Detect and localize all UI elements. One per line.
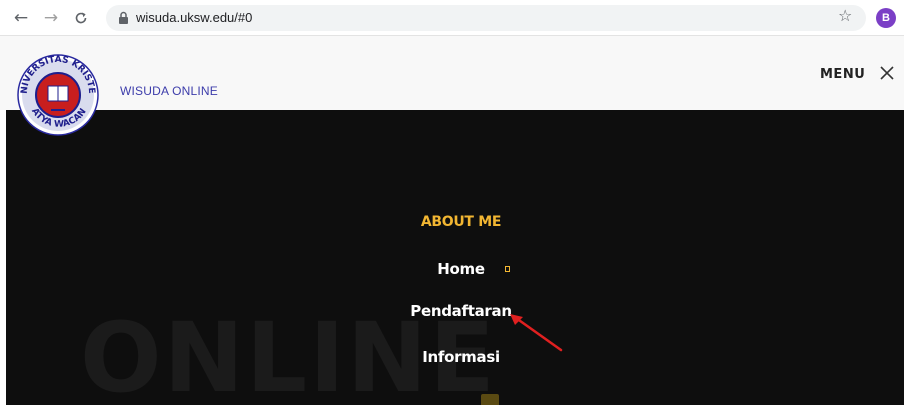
reload-icon[interactable] (70, 7, 92, 29)
annotation-arrow-icon (510, 314, 563, 352)
menu-item-informasi[interactable]: Informasi (6, 348, 904, 366)
menu-item-home[interactable]: Home (6, 260, 904, 278)
address-bar[interactable]: wisuda.uksw.edu/#0 (106, 5, 866, 31)
menu-item-pendaftaran[interactable]: Pendaftaran (6, 302, 904, 320)
arrow-left-icon[interactable]: ← (10, 7, 32, 29)
menu-overlay: ONLINE ABOUT ME Home Pendaftaran Informa… (6, 110, 904, 405)
active-marker-icon (505, 266, 510, 272)
site-header: UNIVERSITAS KRISTEN SATYA WACANA WISUDA … (0, 36, 904, 136)
star-icon[interactable]: ☆ (838, 8, 852, 24)
url-text[interactable]: wisuda.uksw.edu/#0 (136, 10, 252, 25)
menu-label[interactable]: MENU (820, 67, 865, 82)
background-accent-dot (481, 394, 499, 405)
browser-toolbar: ← → wisuda.uksw.edu/#0 ☆ B (0, 0, 904, 36)
close-icon[interactable] (880, 66, 894, 80)
lock-icon (119, 11, 128, 24)
avatar[interactable]: B (876, 8, 896, 28)
menu-heading: ABOUT ME (420, 214, 502, 230)
university-logo[interactable]: UNIVERSITAS KRISTEN SATYA WACANA (13, 43, 101, 153)
arrow-right-icon[interactable]: → (40, 7, 62, 29)
site-name[interactable]: WISUDA ONLINE (120, 84, 218, 98)
